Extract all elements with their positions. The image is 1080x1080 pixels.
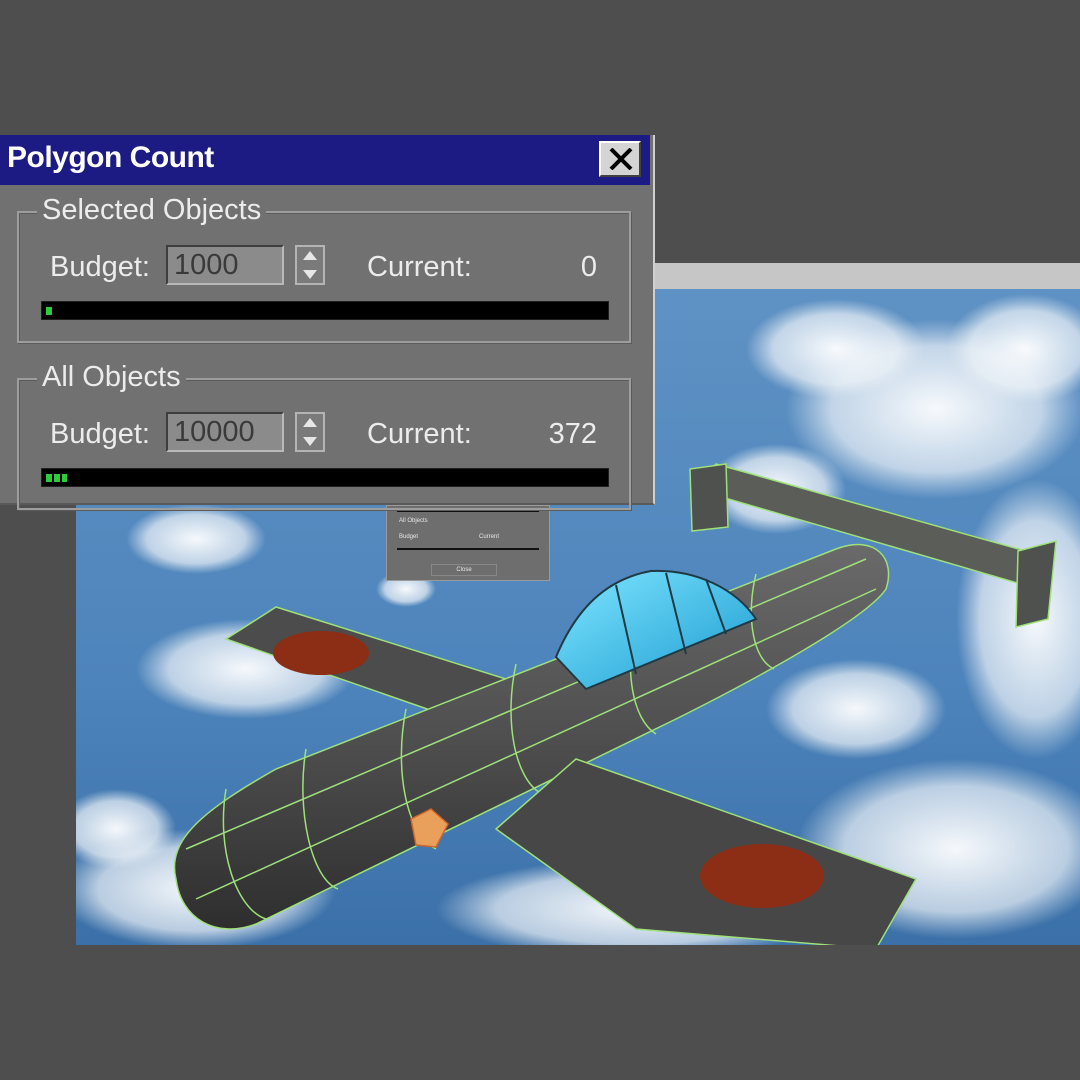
mini-current-label: Current xyxy=(479,534,500,540)
all-current-value: 372 xyxy=(548,418,597,450)
all-budget-input[interactable] xyxy=(166,412,284,452)
close-icon xyxy=(609,148,633,170)
all-current-label: Current: xyxy=(367,418,472,450)
dialog-title: Polygon Count xyxy=(7,141,214,174)
mini-budget-label: Budget xyxy=(399,534,419,540)
spin-down-icon[interactable] xyxy=(297,432,323,450)
mini-meter-bottom xyxy=(397,548,539,550)
mini-meter-top xyxy=(397,510,539,512)
mini-close-button: Close xyxy=(431,564,497,576)
all-budget-spinner[interactable] xyxy=(295,412,325,452)
dialog-title-bar[interactable]: Polygon Count xyxy=(0,135,650,185)
selected-meter-fill xyxy=(46,307,52,315)
all-polygon-meter xyxy=(41,468,609,487)
spin-up-icon[interactable] xyxy=(297,247,323,265)
selected-polygon-meter xyxy=(41,301,609,320)
mini-dialog-reflection: All Objects Budget Current Close xyxy=(386,505,550,581)
selected-objects-label: Selected Objects xyxy=(37,193,267,227)
selected-budget-label: Budget: xyxy=(50,251,150,283)
selected-current-label: Current: xyxy=(367,251,472,283)
spin-down-icon[interactable] xyxy=(297,265,323,283)
spin-up-icon[interactable] xyxy=(297,414,323,432)
selected-budget-input[interactable] xyxy=(166,245,284,285)
all-budget-label: Budget: xyxy=(50,418,150,450)
polygon-count-dialog: Polygon Count Selected Objects Budget: C… xyxy=(0,135,655,510)
selected-objects-group: Selected Objects Budget: Current: 0 xyxy=(17,193,631,343)
selected-current-value: 0 xyxy=(580,251,597,283)
all-meter-fill xyxy=(46,474,67,482)
all-objects-group: All Objects Budget: Current: 372 xyxy=(17,360,631,510)
close-button[interactable] xyxy=(599,141,641,177)
selected-budget-spinner[interactable] xyxy=(295,245,325,285)
mini-group-label: All Objects xyxy=(399,518,428,524)
all-objects-label: All Objects xyxy=(37,360,186,394)
